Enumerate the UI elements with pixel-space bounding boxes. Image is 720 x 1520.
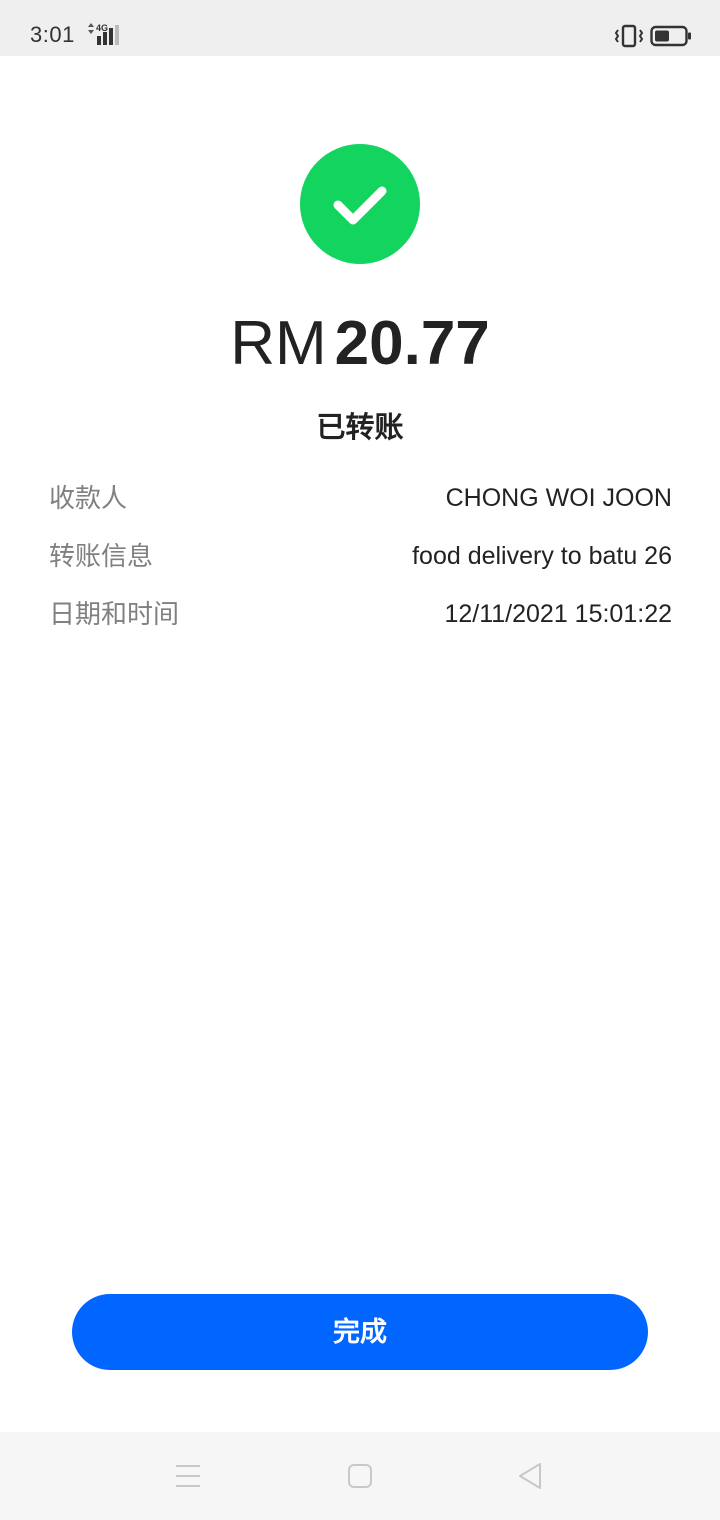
amount-display: RM 20.77 xyxy=(0,304,720,384)
menu-icon[interactable] xyxy=(174,1463,202,1489)
navigation-bar xyxy=(0,1432,720,1520)
detail-value: CHONG WOI JOON xyxy=(445,484,672,512)
status-bar: 3:01 4G xyxy=(0,0,720,56)
success-icon xyxy=(300,144,420,264)
transfer-status: 已转账 xyxy=(316,412,404,444)
battery-icon xyxy=(650,25,691,47)
amount-value: 20.77 xyxy=(334,309,490,378)
vibrate-icon xyxy=(614,24,644,48)
detail-value: 12/11/2021 15:01:22 xyxy=(444,600,672,628)
network-label: 4G xyxy=(96,23,108,33)
detail-label: 转账信息 xyxy=(49,541,154,571)
detail-label: 收款人 xyxy=(49,483,128,513)
detail-value: food delivery to batu 26 xyxy=(412,542,672,570)
detail-row-message: 转账信息 food delivery to batu 26 xyxy=(49,536,672,576)
back-icon[interactable] xyxy=(516,1461,546,1491)
checkmark-icon xyxy=(333,186,387,225)
done-button[interactable]: 完成 xyxy=(72,1294,648,1370)
amount-currency: RM xyxy=(230,309,327,378)
home-icon[interactable] xyxy=(346,1462,374,1490)
detail-label: 日期和时间 xyxy=(49,599,180,629)
signal-icon: 4G xyxy=(88,23,119,45)
status-time: 3:01 xyxy=(30,22,75,47)
detail-row-datetime: 日期和时间 12/11/2021 15:01:22 xyxy=(49,594,672,634)
detail-row-payee: 收款人 CHONG WOI JOON xyxy=(49,478,672,518)
